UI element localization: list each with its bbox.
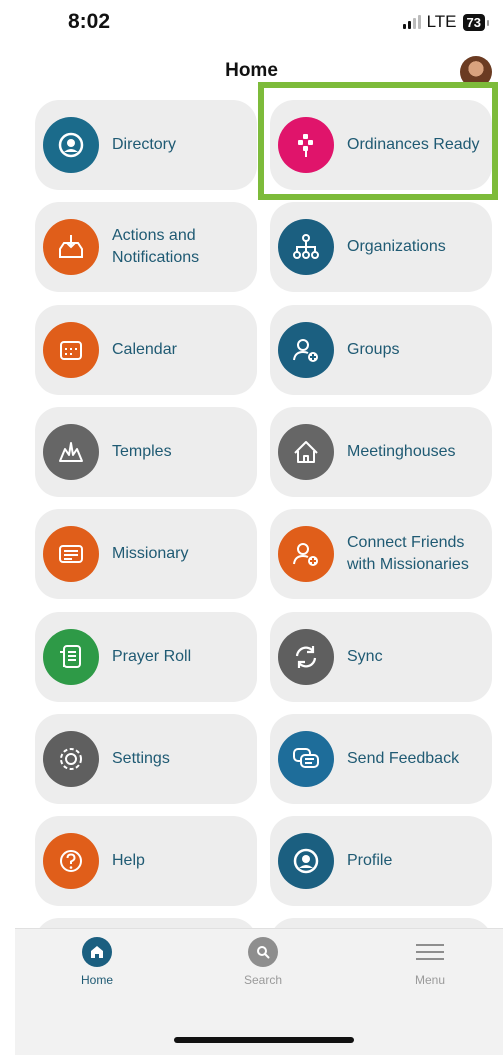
tile-label: Organizations — [347, 238, 446, 256]
tile-label: Sync — [347, 647, 383, 665]
inbox-icon — [43, 219, 99, 276]
add-person-icon — [278, 321, 334, 378]
tile-sync[interactable]: Sync — [270, 611, 492, 702]
tile-label: Directory — [112, 136, 177, 153]
tile-profile[interactable]: Profile — [270, 816, 492, 907]
sync-icon — [278, 628, 334, 685]
tab-label-menu: Menu — [414, 973, 446, 987]
tile-label: Groups — [347, 340, 400, 358]
meetinghouse-icon — [278, 423, 334, 480]
tile-temples[interactable]: Temples — [35, 406, 257, 497]
gear-icon — [43, 730, 99, 787]
org-chart-icon — [278, 219, 334, 276]
profile-icon — [278, 833, 334, 890]
search-icon — [248, 937, 278, 967]
tile-label: Calendar — [112, 340, 177, 358]
calendar-icon — [43, 321, 99, 378]
signal-icon — [402, 15, 421, 29]
temple-icon — [43, 423, 99, 480]
tile-label: Profile — [347, 852, 393, 870]
help-icon — [43, 833, 99, 890]
tile-send-feedback[interactable]: Send Feedback — [270, 713, 492, 804]
tile-meetinghouses[interactable]: Meetinghouses — [270, 406, 492, 497]
tab-label-home: Home — [80, 973, 113, 987]
tile-label: Meetinghouses — [347, 442, 456, 460]
person-circle-icon — [43, 117, 99, 173]
tile-label: Send Feedback — [347, 749, 460, 767]
tab-label-search: Search — [243, 973, 283, 987]
tile-groups[interactable]: Groups — [270, 304, 492, 395]
add-friend-icon — [278, 526, 334, 583]
tile-label: Actions and Notifications — [112, 227, 200, 267]
battery-icon: 73 — [462, 13, 490, 31]
tile-label: Settings — [112, 749, 170, 767]
feedback-icon — [278, 730, 334, 787]
tab-bar: Home Search Menu — [15, 928, 503, 1055]
tab-menu[interactable]: Menu — [380, 937, 480, 987]
tab-home[interactable]: Home — [47, 937, 147, 987]
hamburger-menu-icon — [415, 937, 445, 967]
highlight-frame — [258, 82, 498, 200]
tile-calendar[interactable]: Calendar — [35, 304, 257, 395]
tile-settings[interactable]: Settings — [35, 713, 257, 804]
tile-organizations[interactable]: Organizations — [270, 202, 492, 293]
home-indicator — [174, 1037, 354, 1043]
status-indicators: LTE 73 — [402, 12, 490, 32]
network-label: LTE — [426, 12, 457, 31]
tile-prayer-roll[interactable]: Prayer Roll — [35, 611, 257, 702]
tile-actions-and-notifications[interactable]: Actions and Notifications — [35, 202, 257, 293]
page-title: Home — [225, 60, 278, 81]
status-bar: 8:02 LTE 73 — [0, 0, 503, 50]
tile-label: Temples — [112, 442, 172, 460]
tile-label: Connect Friends with Missionaries — [347, 534, 469, 574]
prayer-roll-icon — [43, 628, 99, 685]
home-icon — [82, 937, 112, 967]
tile-label: Help — [112, 852, 145, 870]
tile-label: Missionary — [112, 545, 189, 563]
tile-missionary[interactable]: Missionary — [35, 509, 257, 600]
missionary-card-icon — [43, 526, 99, 583]
tile-label: Prayer Roll — [112, 647, 192, 665]
tile-connect-friends-with-missionaries[interactable]: Connect Friends with Missionaries — [270, 509, 492, 600]
tile-directory[interactable]: Directory — [35, 100, 257, 190]
tile-help[interactable]: Help — [35, 816, 257, 907]
tab-search[interactable]: Search — [213, 937, 313, 987]
status-time: 8:02 — [68, 10, 111, 33]
